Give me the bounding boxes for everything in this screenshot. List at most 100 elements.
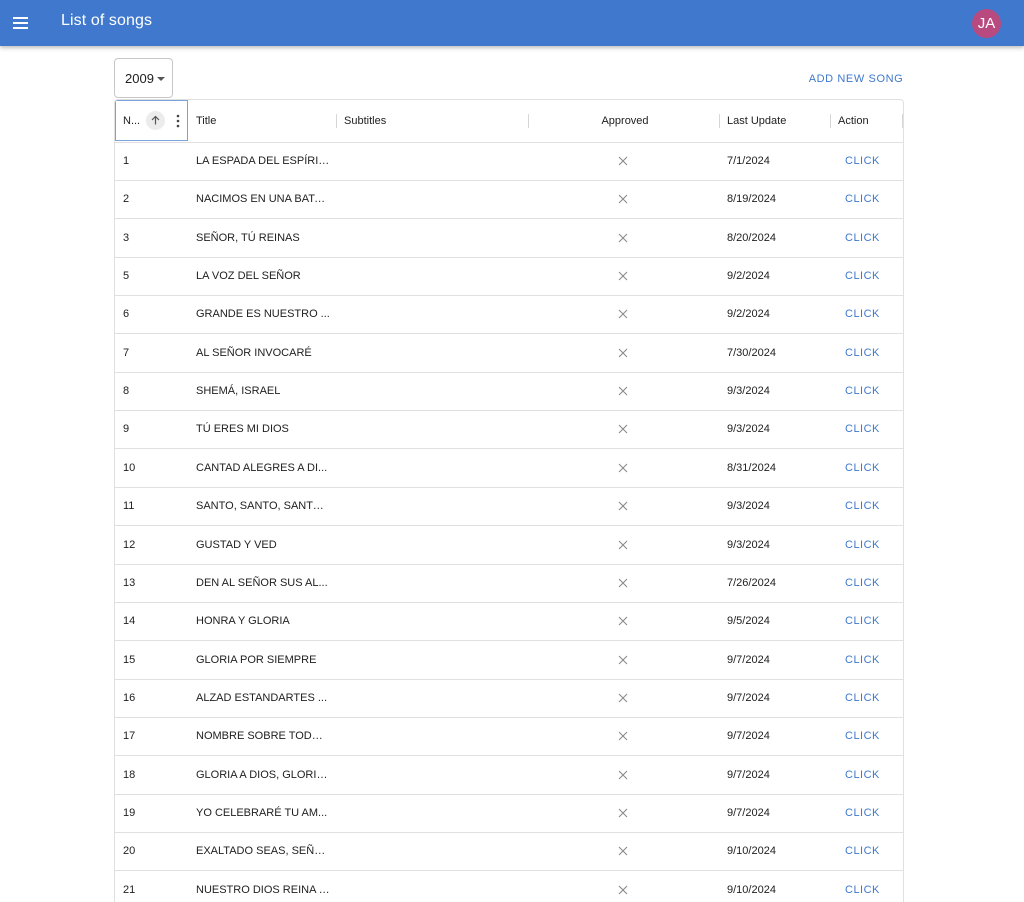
avatar[interactable]: JA xyxy=(972,9,1001,38)
cell-title: ALZAD ESTANDARTES ... xyxy=(196,691,328,704)
cell-approved xyxy=(618,410,632,448)
click-action-button[interactable]: CLICK xyxy=(845,641,879,679)
cell-number: 20 xyxy=(123,845,136,858)
column-header-last-update[interactable]: Last Update xyxy=(727,100,817,142)
table-row[interactable]: 7 AL SEÑOR INVOCARÉ 7/30/2024 CLICK xyxy=(115,334,903,373)
cell-subtitles xyxy=(344,372,514,410)
table-row[interactable]: 6 GRANDE ES NUESTRO ... 9/2/2024 CLICK xyxy=(115,295,903,335)
cell-approved xyxy=(618,679,632,717)
cell-approved xyxy=(618,334,632,372)
cell-subtitles xyxy=(344,180,514,218)
cell-approved xyxy=(618,717,632,755)
kebab-icon[interactable] xyxy=(174,113,182,129)
click-action-button[interactable]: CLICK xyxy=(845,334,879,372)
cell-approved xyxy=(618,142,632,180)
table-row[interactable]: 19 YO CELEBRARÉ TU AM... 9/7/2024 CLICK xyxy=(115,794,903,833)
click-action-button[interactable]: CLICK xyxy=(845,794,879,832)
cell-last-update: 9/3/2024 xyxy=(727,538,770,551)
click-action-button[interactable]: CLICK xyxy=(845,372,879,410)
click-action-button[interactable]: CLICK xyxy=(845,679,879,717)
click-action-button[interactable]: CLICK xyxy=(845,410,879,448)
menu-icon[interactable] xyxy=(10,12,32,34)
click-action-button[interactable]: CLICK xyxy=(845,219,879,257)
close-icon xyxy=(618,348,628,358)
table-row[interactable]: 15 GLORIA POR SIEMPRE 9/7/2024 CLICK xyxy=(115,641,903,680)
cell-subtitles xyxy=(344,756,514,794)
cell-subtitles xyxy=(344,871,514,902)
cell-approved xyxy=(618,526,632,564)
click-action-button[interactable]: CLICK xyxy=(845,832,879,870)
table-row[interactable]: 3 SEÑOR, TÚ REINAS 8/20/2024 CLICK xyxy=(115,219,903,258)
table-row[interactable]: 14 HONRA Y GLORIA 9/5/2024 CLICK xyxy=(115,602,903,642)
sort-icon[interactable] xyxy=(146,111,165,130)
click-action-button[interactable]: CLICK xyxy=(845,449,879,487)
table-row[interactable]: 8 SHEMÁ, ISRAEL 9/3/2024 CLICK xyxy=(115,372,903,412)
column-separator[interactable] xyxy=(528,114,529,128)
column-separator[interactable] xyxy=(830,114,831,128)
column-header-action[interactable]: Action xyxy=(838,100,888,142)
column-header-subtitles[interactable]: Subtitles xyxy=(344,100,494,142)
table-row[interactable]: 21 NUESTRO DIOS REINA YA 9/10/2024 CLICK xyxy=(115,871,903,902)
year-select[interactable]: 2009 xyxy=(114,58,173,98)
caret-down-icon xyxy=(157,77,165,81)
cell-subtitles xyxy=(344,449,514,487)
cell-number: 13 xyxy=(123,576,136,589)
cell-number: 12 xyxy=(123,538,136,551)
click-action-button[interactable]: CLICK xyxy=(845,257,879,295)
cell-number: 10 xyxy=(123,461,136,474)
close-icon xyxy=(618,310,628,319)
cell-number: 21 xyxy=(123,883,136,896)
click-action-button[interactable]: CLICK xyxy=(845,602,879,640)
click-action-button[interactable]: CLICK xyxy=(845,142,879,180)
table-row[interactable]: 2 NACIMOS EN UNA BATA... 8/19/2024 CLICK xyxy=(115,180,903,220)
column-separator[interactable] xyxy=(336,114,337,128)
click-action-button[interactable]: CLICK xyxy=(845,717,879,755)
add-new-song-button[interactable]: ADD NEW SONG xyxy=(806,70,906,88)
click-action-button[interactable]: CLICK xyxy=(845,526,879,564)
table-row[interactable]: 1 LA ESPADA DEL ESPÍRITU 7/1/2024 CLICK xyxy=(115,142,903,181)
table-row[interactable]: 5 LA VOZ DEL SEÑOR 9/2/2024 CLICK xyxy=(115,257,903,297)
close-icon xyxy=(618,846,628,856)
close-icon xyxy=(618,194,628,204)
click-action-button[interactable]: CLICK xyxy=(845,871,879,902)
cell-title: GLORIA A DIOS, GLORIA... xyxy=(196,768,330,781)
table-row[interactable]: 11 SANTO, SANTO, SANTO... 9/3/2024 CLICK xyxy=(115,487,903,527)
cell-last-update: 9/10/2024 xyxy=(727,883,776,896)
click-action-button[interactable]: CLICK xyxy=(845,487,879,525)
column-header-approved[interactable]: Approved xyxy=(585,100,665,142)
cell-title: DEN AL SEÑOR SUS AL... xyxy=(196,576,328,589)
click-action-button[interactable]: CLICK xyxy=(845,180,879,218)
cell-title: YO CELEBRARÉ TU AM... xyxy=(196,806,328,819)
column-separator[interactable] xyxy=(719,114,720,128)
click-action-button[interactable]: CLICK xyxy=(845,564,879,602)
table-row[interactable]: 12 GUSTAD Y VED 9/3/2024 CLICK xyxy=(115,526,903,565)
close-icon xyxy=(618,463,628,473)
cell-subtitles xyxy=(344,717,514,755)
cell-title: EXALTADO SEAS, SEÑOR xyxy=(196,845,330,858)
close-icon xyxy=(618,693,628,703)
table-row[interactable]: 16 ALZAD ESTANDARTES ... 9/7/2024 CLICK xyxy=(115,679,903,718)
cell-last-update: 9/3/2024 xyxy=(727,500,770,513)
close-icon xyxy=(618,425,628,434)
cell-title: AL SEÑOR INVOCARÉ xyxy=(196,346,312,359)
cell-number: 19 xyxy=(123,806,136,819)
cell-approved xyxy=(618,756,632,794)
cell-last-update: 9/10/2024 xyxy=(727,845,776,858)
table-row[interactable]: 17 NOMBRE SOBRE TODO ... 9/7/2024 CLICK xyxy=(115,717,903,757)
table-row[interactable]: 20 EXALTADO SEAS, SEÑOR 9/10/2024 CLICK xyxy=(115,832,903,872)
page-title: List of songs xyxy=(61,12,153,29)
table-row[interactable]: 10 CANTAD ALEGRES A DI... 8/31/2024 CLICK xyxy=(115,449,903,488)
table-row[interactable]: 13 DEN AL SEÑOR SUS AL... 7/26/2024 CLICK xyxy=(115,564,903,603)
cell-subtitles xyxy=(344,295,514,333)
cell-approved xyxy=(618,564,632,602)
close-icon xyxy=(618,271,628,281)
table-row[interactable]: 9 TÚ ERES MI DIOS 9/3/2024 CLICK xyxy=(115,410,903,450)
click-action-button[interactable]: CLICK xyxy=(845,295,879,333)
click-action-button[interactable]: CLICK xyxy=(845,756,879,794)
cell-subtitles xyxy=(344,832,514,870)
table-row[interactable]: 18 GLORIA A DIOS, GLORIA... 9/7/2024 CLICK xyxy=(115,756,903,795)
column-header-title[interactable]: Title xyxy=(196,100,326,142)
cell-number: 8 xyxy=(123,385,130,398)
close-icon xyxy=(618,731,628,741)
cell-last-update: 7/30/2024 xyxy=(727,346,776,359)
